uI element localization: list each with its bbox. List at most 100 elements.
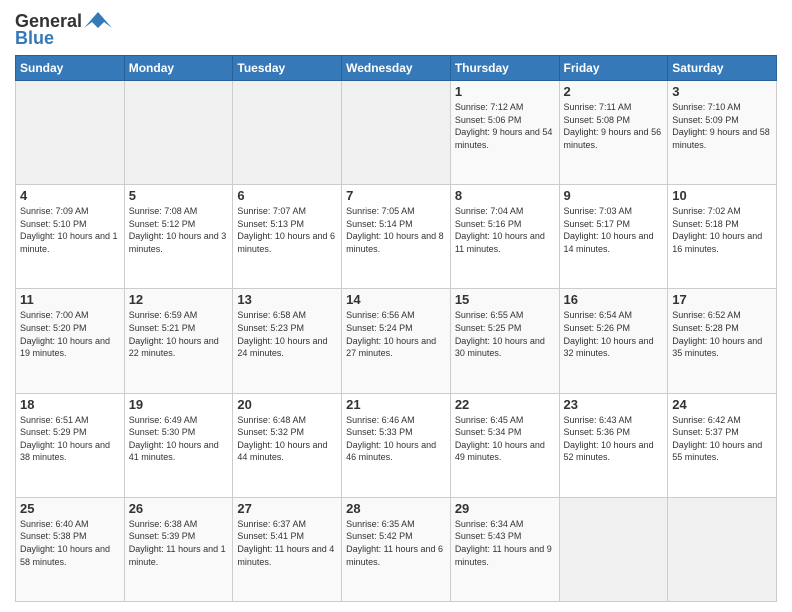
day-number: 8 — [455, 188, 555, 203]
day-number: 2 — [564, 84, 664, 99]
logo: General Blue — [15, 10, 112, 49]
day-number: 22 — [455, 397, 555, 412]
day-info: Sunrise: 6:48 AM Sunset: 5:32 PM Dayligh… — [237, 414, 337, 464]
table-row — [559, 497, 668, 601]
header: General Blue — [15, 10, 777, 49]
calendar-week-row: 11 Sunrise: 7:00 AM Sunset: 5:20 PM Dayli… — [16, 289, 777, 393]
table-row: 25 Sunrise: 6:40 AM Sunset: 5:38 PM Dayli… — [16, 497, 125, 601]
table-row: 11 Sunrise: 7:00 AM Sunset: 5:20 PM Dayli… — [16, 289, 125, 393]
day-number: 28 — [346, 501, 446, 516]
day-info: Sunrise: 6:43 AM Sunset: 5:36 PM Dayligh… — [564, 414, 664, 464]
table-row: 9 Sunrise: 7:03 AM Sunset: 5:17 PM Daylig… — [559, 185, 668, 289]
day-number: 19 — [129, 397, 229, 412]
logo-bird-icon — [84, 10, 112, 32]
day-info: Sunrise: 6:56 AM Sunset: 5:24 PM Dayligh… — [346, 309, 446, 359]
day-info: Sunrise: 6:40 AM Sunset: 5:38 PM Dayligh… — [20, 518, 120, 568]
day-number: 1 — [455, 84, 555, 99]
table-row: 20 Sunrise: 6:48 AM Sunset: 5:32 PM Dayli… — [233, 393, 342, 497]
day-number: 18 — [20, 397, 120, 412]
day-number: 24 — [672, 397, 772, 412]
day-number: 27 — [237, 501, 337, 516]
header-friday: Friday — [559, 56, 668, 81]
table-row: 7 Sunrise: 7:05 AM Sunset: 5:14 PM Daylig… — [342, 185, 451, 289]
day-info: Sunrise: 6:54 AM Sunset: 5:26 PM Dayligh… — [564, 309, 664, 359]
day-number: 20 — [237, 397, 337, 412]
day-number: 5 — [129, 188, 229, 203]
day-info: Sunrise: 7:09 AM Sunset: 5:10 PM Dayligh… — [20, 205, 120, 255]
day-info: Sunrise: 7:11 AM Sunset: 5:08 PM Dayligh… — [564, 101, 664, 151]
day-info: Sunrise: 6:35 AM Sunset: 5:42 PM Dayligh… — [346, 518, 446, 568]
day-number: 4 — [20, 188, 120, 203]
table-row: 22 Sunrise: 6:45 AM Sunset: 5:34 PM Dayli… — [450, 393, 559, 497]
day-info: Sunrise: 6:37 AM Sunset: 5:41 PM Dayligh… — [237, 518, 337, 568]
header-thursday: Thursday — [450, 56, 559, 81]
day-number: 12 — [129, 292, 229, 307]
table-row: 17Sunrise: 6:52 AM Sunset: 5:28 PM Dayli… — [668, 289, 777, 393]
day-info: Sunrise: 7:08 AM Sunset: 5:12 PM Dayligh… — [129, 205, 229, 255]
calendar-week-row: 18 Sunrise: 6:51 AM Sunset: 5:29 PM Dayli… — [16, 393, 777, 497]
day-number: 7 — [346, 188, 446, 203]
table-row — [233, 81, 342, 185]
day-info: Sunrise: 6:34 AM Sunset: 5:43 PM Dayligh… — [455, 518, 555, 568]
day-number: 3 — [672, 84, 772, 99]
header-monday: Monday — [124, 56, 233, 81]
calendar-week-row: 25 Sunrise: 6:40 AM Sunset: 5:38 PM Dayli… — [16, 497, 777, 601]
table-row — [16, 81, 125, 185]
day-info: Sunrise: 7:04 AM Sunset: 5:16 PM Dayligh… — [455, 205, 555, 255]
day-number: 23 — [564, 397, 664, 412]
day-number: 16 — [564, 292, 664, 307]
day-info: Sunrise: 6:49 AM Sunset: 5:30 PM Dayligh… — [129, 414, 229, 464]
table-row: 15Sunrise: 6:55 AM Sunset: 5:25 PM Dayli… — [450, 289, 559, 393]
table-row: 23 Sunrise: 6:43 AM Sunset: 5:36 PM Dayli… — [559, 393, 668, 497]
table-row: 18 Sunrise: 6:51 AM Sunset: 5:29 PM Dayli… — [16, 393, 125, 497]
calendar-week-row: 1 Sunrise: 7:12 AM Sunset: 5:06 PM Daylig… — [16, 81, 777, 185]
day-info: Sunrise: 6:55 AM Sunset: 5:25 PM Dayligh… — [455, 309, 555, 359]
day-number: 10 — [672, 188, 772, 203]
table-row: 24 Sunrise: 6:42 AM Sunset: 5:37 PM Dayli… — [668, 393, 777, 497]
day-number: 11 — [20, 292, 120, 307]
day-info: Sunrise: 6:51 AM Sunset: 5:29 PM Dayligh… — [20, 414, 120, 464]
day-number: 21 — [346, 397, 446, 412]
table-row: 12Sunrise: 6:59 AM Sunset: 5:21 PM Dayli… — [124, 289, 233, 393]
day-info: Sunrise: 7:03 AM Sunset: 5:17 PM Dayligh… — [564, 205, 664, 255]
header-wednesday: Wednesday — [342, 56, 451, 81]
table-row — [124, 81, 233, 185]
day-info: Sunrise: 7:02 AM Sunset: 5:18 PM Dayligh… — [672, 205, 772, 255]
calendar-body: 1 Sunrise: 7:12 AM Sunset: 5:06 PM Daylig… — [16, 81, 777, 602]
table-row: 16 Sunrise: 6:54 AM Sunset: 5:26 PM Dayli… — [559, 289, 668, 393]
day-info: Sunrise: 6:42 AM Sunset: 5:37 PM Dayligh… — [672, 414, 772, 464]
day-info: Sunrise: 6:46 AM Sunset: 5:33 PM Dayligh… — [346, 414, 446, 464]
table-row: 13 Sunrise: 6:58 AM Sunset: 5:23 PM Dayli… — [233, 289, 342, 393]
day-info: Sunrise: 7:05 AM Sunset: 5:14 PM Dayligh… — [346, 205, 446, 255]
table-row: 19 Sunrise: 6:49 AM Sunset: 5:30 PM Dayli… — [124, 393, 233, 497]
table-row: 27 Sunrise: 6:37 AM Sunset: 5:41 PM Dayli… — [233, 497, 342, 601]
calendar-table: Sunday Monday Tuesday Wednesday Thursday… — [15, 55, 777, 602]
day-number: 9 — [564, 188, 664, 203]
page: General Blue Sunday Monday Tuesday Wedne… — [0, 0, 792, 612]
day-number: 25 — [20, 501, 120, 516]
day-info: Sunrise: 7:00 AM Sunset: 5:20 PM Dayligh… — [20, 309, 120, 359]
calendar-week-row: 4 Sunrise: 7:09 AM Sunset: 5:10 PM Daylig… — [16, 185, 777, 289]
table-row: 29Sunrise: 6:34 AM Sunset: 5:43 PM Dayli… — [450, 497, 559, 601]
day-info: Sunrise: 7:12 AM Sunset: 5:06 PM Dayligh… — [455, 101, 555, 151]
day-info: Sunrise: 6:38 AM Sunset: 5:39 PM Dayligh… — [129, 518, 229, 568]
table-row: 8 Sunrise: 7:04 AM Sunset: 5:16 PM Daylig… — [450, 185, 559, 289]
day-info: Sunrise: 6:58 AM Sunset: 5:23 PM Dayligh… — [237, 309, 337, 359]
day-number: 13 — [237, 292, 337, 307]
table-row: 6Sunrise: 7:07 AM Sunset: 5:13 PM Daylig… — [233, 185, 342, 289]
day-info: Sunrise: 6:45 AM Sunset: 5:34 PM Dayligh… — [455, 414, 555, 464]
logo-blue: Blue — [15, 28, 54, 49]
table-row — [342, 81, 451, 185]
table-row: 3 Sunrise: 7:10 AM Sunset: 5:09 PM Daylig… — [668, 81, 777, 185]
table-row: 5 Sunrise: 7:08 AM Sunset: 5:12 PM Daylig… — [124, 185, 233, 289]
day-number: 6 — [237, 188, 337, 203]
table-row: 28 Sunrise: 6:35 AM Sunset: 5:42 PM Dayli… — [342, 497, 451, 601]
header-tuesday: Tuesday — [233, 56, 342, 81]
day-number: 26 — [129, 501, 229, 516]
table-row: 21 Sunrise: 6:46 AM Sunset: 5:33 PM Dayli… — [342, 393, 451, 497]
day-info: Sunrise: 6:52 AM Sunset: 5:28 PM Dayligh… — [672, 309, 772, 359]
table-row: 10 Sunrise: 7:02 AM Sunset: 5:18 PM Dayli… — [668, 185, 777, 289]
day-info: Sunrise: 7:10 AM Sunset: 5:09 PM Dayligh… — [672, 101, 772, 151]
table-row — [668, 497, 777, 601]
table-row: 26 Sunrise: 6:38 AM Sunset: 5:39 PM Dayli… — [124, 497, 233, 601]
